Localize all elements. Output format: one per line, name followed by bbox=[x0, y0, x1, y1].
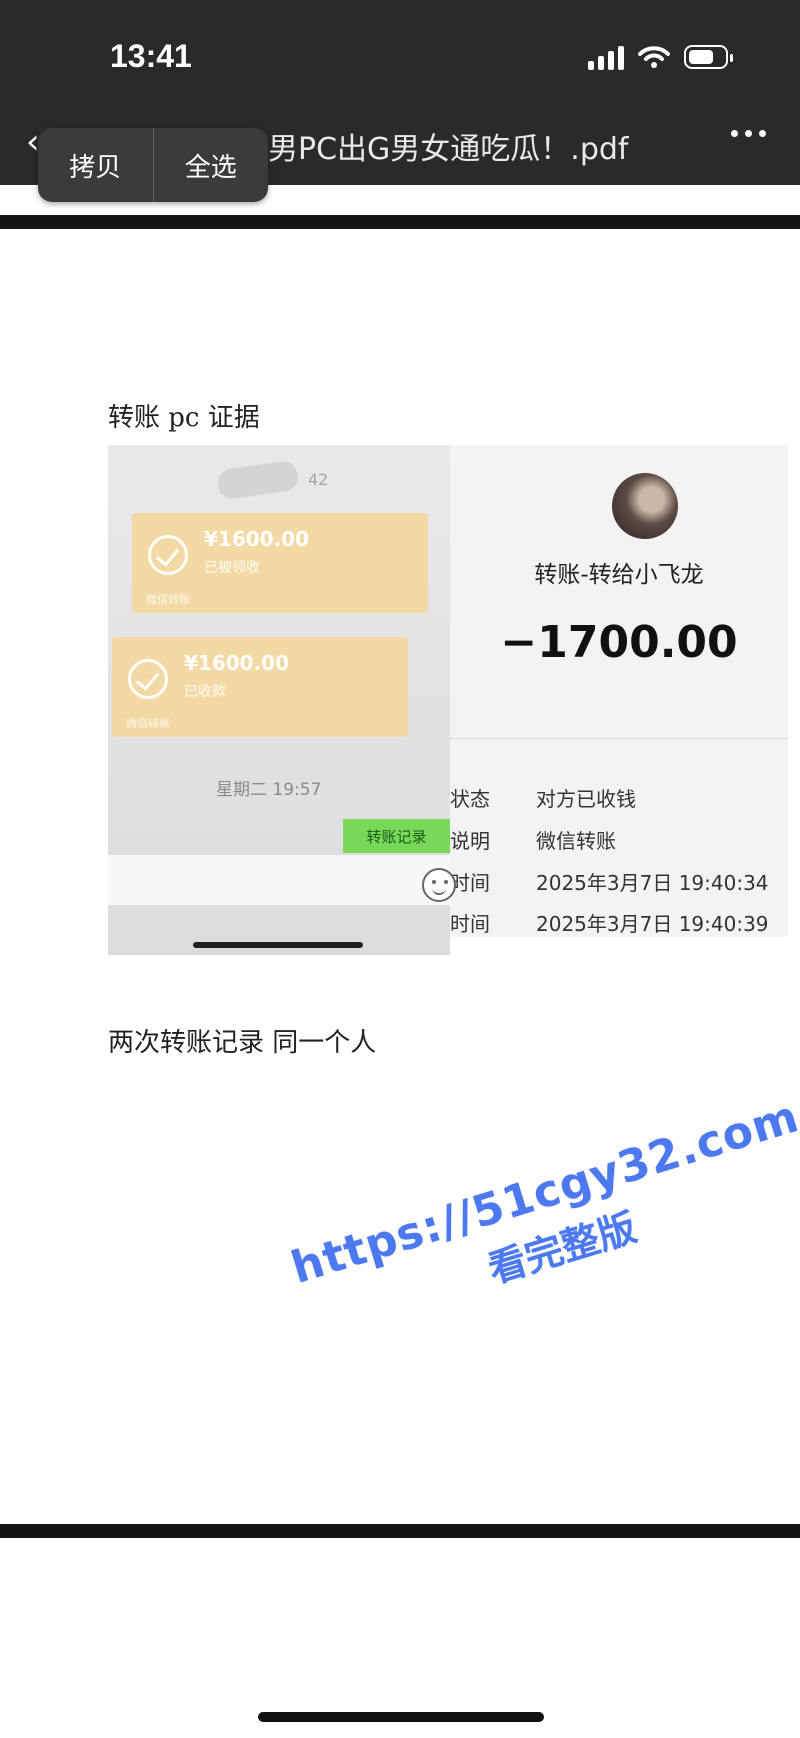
select-all-button[interactable]: 全选 bbox=[154, 128, 269, 202]
card-footer: 微信转账 bbox=[126, 717, 170, 730]
copy-button[interactable]: 拷贝 bbox=[38, 128, 153, 202]
cellular-signal-icon bbox=[588, 44, 624, 70]
redaction-scribble bbox=[216, 459, 300, 501]
detail-key: 时间 bbox=[450, 912, 490, 936]
card-amount: ¥1600.00 bbox=[204, 527, 310, 551]
check-circle-icon bbox=[128, 659, 168, 699]
more-options-icon[interactable] bbox=[731, 130, 766, 137]
detail-key: 说明 bbox=[450, 829, 490, 853]
emoji-icon bbox=[422, 868, 456, 902]
home-indicator[interactable] bbox=[258, 1712, 544, 1722]
detail-key: 时间 bbox=[450, 871, 490, 895]
battery-icon bbox=[684, 45, 733, 69]
transfer-detail-screenshot: 转账-转给小飞龙 −1700.00 状态 对方已收钱 说明 微信转账 时间 20… bbox=[450, 445, 788, 937]
detail-value: 2025年3月7日 19:40:39 bbox=[536, 912, 769, 936]
chat-input-bar bbox=[108, 855, 450, 905]
detail-value: 2025年3月7日 19:40:34 bbox=[536, 871, 769, 895]
screenshot-home-indicator bbox=[193, 942, 363, 948]
detail-value: 微信转账 bbox=[536, 829, 616, 853]
detail-key: 状态 bbox=[450, 787, 490, 811]
detail-value: 对方已收钱 bbox=[536, 787, 636, 811]
transfer-card: ¥1600.00 已收款 微信转账 bbox=[112, 637, 408, 737]
avatar bbox=[612, 473, 678, 539]
page-bottom-border bbox=[0, 1524, 800, 1538]
green-chat-bubble: 转账记录 bbox=[343, 819, 450, 853]
page-top-border bbox=[0, 215, 800, 229]
wifi-icon bbox=[638, 46, 670, 68]
watermark: https://51cgy32.com 看完整版 bbox=[270, 1086, 800, 1353]
document-title: 男PC出G男女通吃瓜！.pdf bbox=[268, 132, 629, 167]
card-status: 已收款 bbox=[184, 684, 226, 700]
text-selection-menu: 拷贝 全选 bbox=[38, 128, 268, 202]
check-circle-icon bbox=[148, 535, 188, 575]
detail-divider bbox=[450, 738, 788, 739]
chat-timestamp: 星期二 19:57 bbox=[216, 780, 322, 800]
transfer-title: 转账-转给小飞龙 bbox=[534, 562, 704, 588]
card-footer: 微信转账 bbox=[146, 593, 190, 606]
card-status: 已被领收 bbox=[204, 560, 260, 576]
status-icons bbox=[588, 44, 733, 70]
card-amount: ¥1600.00 bbox=[184, 651, 290, 675]
transfer-card: ¥1600.00 已被领收 微信转账 bbox=[132, 513, 428, 613]
status-time: 13:41 bbox=[110, 38, 192, 74]
page-caption: 两次转账记录 同一个人 bbox=[108, 1028, 377, 1058]
chat-screenshot: 42 ¥1600.00 已被领收 微信转账 ¥1600.00 已收款 微信转账 … bbox=[108, 445, 450, 955]
page-heading: 转账 pc 证据 bbox=[108, 403, 260, 433]
transfer-amount: −1700.00 bbox=[500, 617, 738, 668]
screenshot-number: 42 bbox=[308, 470, 329, 489]
